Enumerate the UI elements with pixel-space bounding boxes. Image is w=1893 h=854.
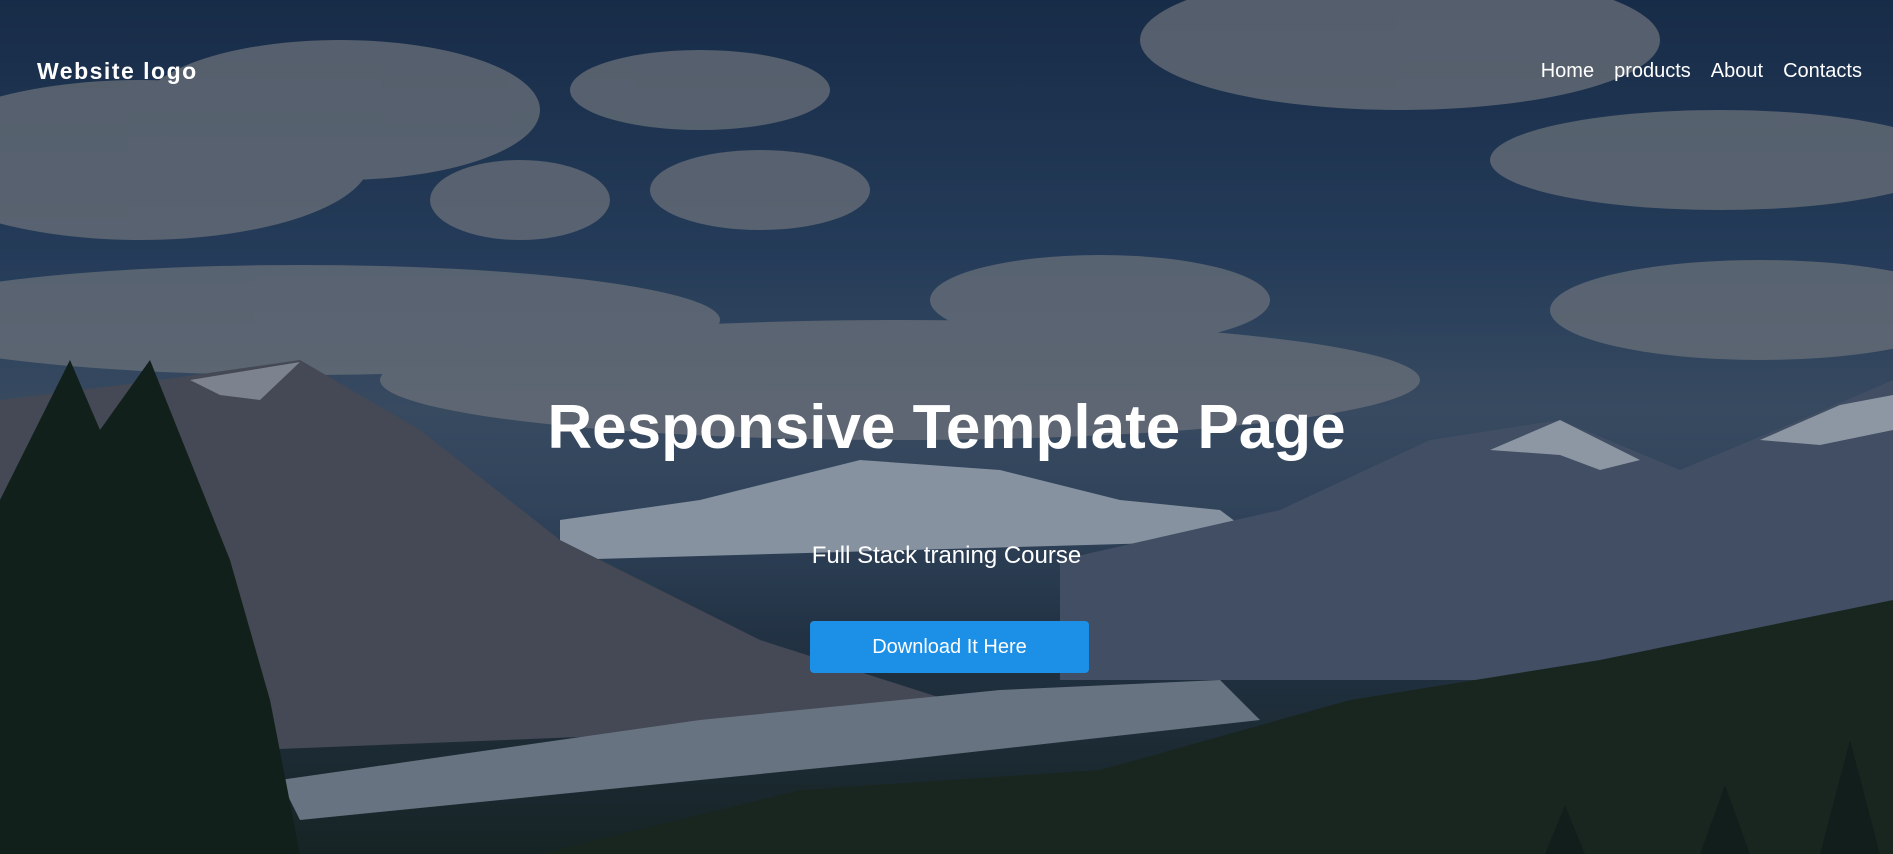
hero-title: Responsive Template Page	[547, 393, 1346, 462]
hero-subtitle: Full Stack traning Course	[811, 542, 1082, 569]
download-button[interactable]: Download It Here	[810, 621, 1089, 673]
hero-content: Responsive Template Page Full Stack tran…	[0, 0, 1893, 854]
hero-section: Website logo Home products About Contact…	[0, 0, 1893, 854]
